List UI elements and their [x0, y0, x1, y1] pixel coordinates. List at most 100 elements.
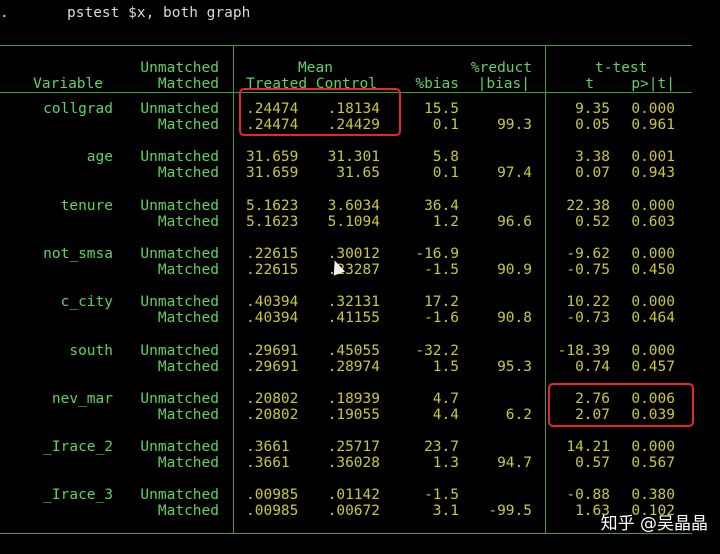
watermark: 知乎 @吴晶晶	[600, 514, 708, 534]
variable-name: _Irace_3	[43, 487, 113, 504]
matched-t-cell: 0.74	[575, 358, 610, 375]
unmatched-bias-cell: -32.2	[415, 342, 459, 359]
matched-bias-cell: 0.1	[432, 165, 459, 182]
matched-treated-cell: 5.1623	[246, 213, 299, 230]
matched-t-cell: 0.05	[575, 117, 610, 133]
matched-control-cell: .41155	[327, 310, 380, 327]
matched-label-cell: Matched	[157, 261, 219, 278]
unmatched-p-cell: 0.000	[631, 439, 675, 456]
matched-treated-cell: .20802	[246, 406, 299, 423]
matched-bias-cell: -1.6	[424, 310, 459, 327]
header-p: p>|t|	[631, 76, 675, 92]
matched-bias-cell: 3.1	[432, 503, 459, 520]
matched-control-cell: .19055	[327, 406, 380, 423]
header-variable: Variable	[33, 76, 103, 92]
unmatched-p-cell: 0.000	[631, 101, 675, 117]
matched-bias-cell: 1.2	[432, 213, 459, 230]
unmatched-label-cell: Unmatched	[140, 197, 219, 214]
matched-reduct-cell: 90.9	[497, 261, 532, 278]
unmatched-t-cell: 3.38	[575, 149, 610, 166]
unmatched-control-cell: .32131	[327, 294, 380, 311]
matched-t-cell: -0.75	[566, 261, 610, 278]
variable-name: c_city	[60, 294, 113, 311]
variable-name: not_smsa	[43, 245, 113, 262]
matched-treated-cell: .00985	[246, 503, 299, 520]
table-top-rule	[0, 45, 692, 46]
unmatched-t-cell: -9.62	[566, 245, 610, 262]
unmatched-treated-cell: 5.1623	[246, 197, 299, 214]
matched-control-cell: .36028	[327, 455, 380, 472]
matched-bias-cell: 1.3	[432, 455, 459, 472]
matched-label-cell: Matched	[157, 165, 219, 182]
matched-reduct-cell: -99.5	[488, 503, 532, 520]
matched-treated-cell: .29691	[246, 358, 299, 375]
unmatched-treated-cell: 31.659	[246, 149, 299, 166]
matched-label-cell: Matched	[157, 503, 219, 520]
matched-control-cell: .00672	[327, 503, 380, 520]
unmatched-control-cell: 31.301	[327, 149, 380, 166]
matched-bias-cell: 1.5	[432, 358, 459, 375]
unmatched-label-cell: Unmatched	[140, 101, 219, 117]
matched-control-cell: 5.1094	[327, 213, 380, 230]
matched-p-cell: 0.457	[631, 358, 675, 375]
unmatched-control-cell: .45055	[327, 342, 380, 359]
variable-name: tenure	[60, 197, 113, 214]
variable-name: south	[69, 342, 113, 359]
unmatched-label-cell: Unmatched	[140, 390, 219, 407]
header-reduct: %reduct	[470, 60, 532, 76]
unmatched-treated-cell: .00985	[246, 487, 299, 504]
matched-t-cell: 0.52	[575, 213, 610, 230]
matched-p-cell: 0.943	[631, 165, 675, 182]
unmatched-p-cell: 0.000	[631, 197, 675, 214]
matched-control-cell: 31.65	[336, 165, 380, 182]
unmatched-treated-cell: .3661	[246, 439, 290, 456]
unmatched-bias-cell: 36.4	[424, 197, 459, 214]
variable-name: age	[86, 149, 113, 166]
variable-name: collgrad	[43, 101, 113, 117]
unmatched-t-cell: 9.35	[575, 101, 610, 117]
matched-reduct-cell: 90.8	[497, 310, 532, 327]
matched-treated-cell: .3661	[246, 455, 290, 472]
matched-label-cell: Matched	[157, 117, 219, 133]
header-abs-bias: |bias|	[477, 76, 530, 92]
matched-p-cell: 0.464	[631, 310, 675, 327]
unmatched-label-cell: Unmatched	[140, 439, 219, 456]
unmatched-label-cell: Unmatched	[140, 487, 219, 504]
unmatched-t-cell: -0.88	[566, 487, 610, 504]
unmatched-t-cell: 14.21	[566, 439, 610, 456]
table-bottom-rule	[0, 533, 692, 534]
column-divider-2	[545, 45, 546, 534]
unmatched-label-cell: Unmatched	[140, 294, 219, 311]
unmatched-label-cell: Unmatched	[140, 342, 219, 359]
header-mean: Mean	[298, 60, 333, 76]
matched-treated-cell: .40394	[246, 310, 299, 327]
matched-bias-cell: 4.4	[432, 406, 459, 423]
unmatched-label-cell: Unmatched	[140, 245, 219, 262]
matched-p-cell: 0.450	[631, 261, 675, 278]
matched-label-cell: Matched	[157, 310, 219, 327]
header-matched: Matched	[157, 76, 219, 92]
matched-label-cell: Matched	[157, 406, 219, 423]
matched-reduct-cell: 97.4	[497, 165, 532, 182]
unmatched-p-cell: 0.380	[631, 487, 675, 504]
unmatched-t-cell: 22.38	[566, 197, 610, 214]
command-text: pstest $x, both graph	[67, 5, 251, 21]
matched-treated-cell: .22615	[246, 261, 299, 278]
matched-p-cell: 0.603	[631, 213, 675, 230]
unmatched-control-cell: .18939	[327, 390, 380, 407]
matched-label-cell: Matched	[157, 358, 219, 375]
header-bias: %bias	[415, 76, 459, 92]
unmatched-bias-cell: 17.2	[424, 294, 459, 311]
matched-control-cell: .28974	[327, 358, 380, 375]
header-ttest: t-test	[595, 60, 648, 76]
unmatched-treated-cell: .40394	[246, 294, 299, 311]
header-unmatched: Unmatched	[140, 60, 219, 76]
highlight-box-nev-mar-ttest	[548, 383, 694, 427]
matched-reduct-cell: 99.3	[497, 117, 532, 133]
unmatched-control-cell: .25717	[327, 439, 380, 456]
unmatched-t-cell: 10.22	[566, 294, 610, 311]
matched-reduct-cell: 94.7	[497, 455, 532, 472]
unmatched-bias-cell: 4.7	[432, 390, 459, 407]
matched-p-cell: 0.567	[631, 455, 675, 472]
matched-reduct-cell: 96.6	[497, 213, 532, 230]
